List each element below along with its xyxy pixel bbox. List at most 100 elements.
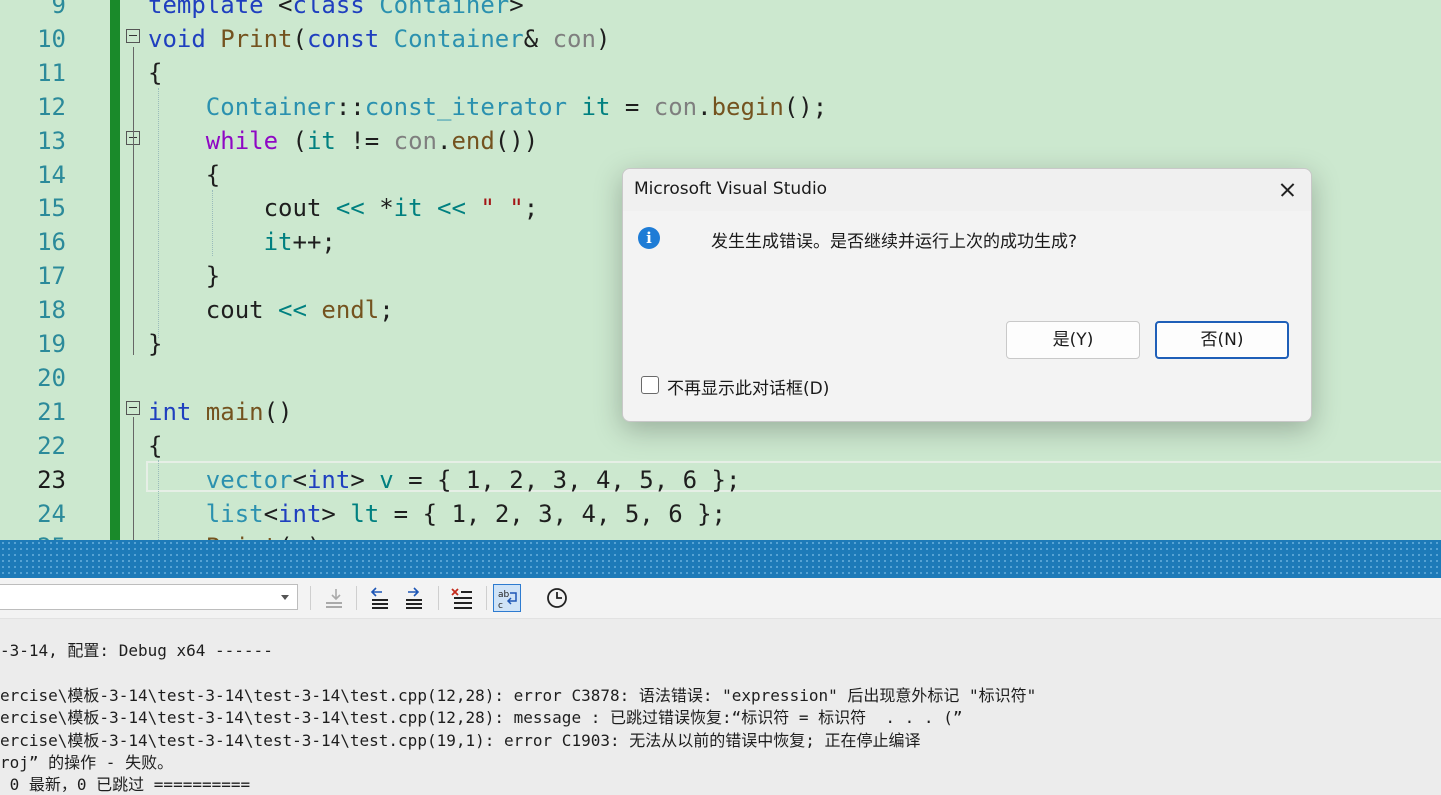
code-text: void Print(const Container& con) (148, 22, 610, 56)
line-number: 24 (37, 499, 66, 528)
chevron-down-icon (281, 595, 289, 600)
indent-guide (212, 190, 213, 256)
line-number: 20 (37, 363, 66, 392)
line-number: 25 (0, 530, 66, 540)
collapse-icon[interactable] (126, 401, 140, 415)
output-source-select[interactable] (0, 584, 298, 610)
dialog-message: 发生生成错误。是否继续并运行上次的成功生成? (711, 232, 1078, 252)
code-token: != (335, 126, 394, 155)
toolbar-separator (310, 586, 311, 610)
code-token: } (148, 330, 163, 358)
code-token: * (364, 194, 394, 223)
code-token: > (509, 0, 524, 19)
code-token: vector (205, 465, 293, 494)
no-button[interactable]: 否(N) (1155, 321, 1289, 359)
code-text: { (148, 56, 162, 90)
yes-button[interactable]: 是(Y) (1006, 321, 1140, 359)
code-line[interactable]: 22 { (0, 429, 1441, 463)
output-line: roj” 的操作 - 失败。 (0, 753, 174, 772)
fold-line (133, 417, 134, 540)
code-token: const (306, 24, 394, 53)
output-line: ercise\模板-3-14\test-3-14\test-3-14\test.… (0, 686, 1037, 705)
word-wrap-toggle[interactable]: ab c (493, 584, 521, 612)
code-token: it (581, 92, 611, 121)
code-token: = (610, 92, 654, 121)
code-token: << (437, 194, 466, 223)
code-token: Container (393, 24, 524, 53)
code-token: int (306, 465, 351, 494)
code-token: Container (205, 92, 336, 121)
code-token: class (292, 0, 380, 19)
code-token: (v); (278, 533, 336, 540)
find-message-in-code-button[interactable] (320, 584, 348, 612)
info-icon: i (638, 227, 660, 249)
code-token: cout (263, 194, 336, 223)
word-wrap-icon: abc (498, 590, 517, 611)
clear-all-icon (451, 588, 472, 609)
indent-guide (158, 88, 159, 338)
code-token: begin (711, 92, 784, 121)
code-token: it (263, 228, 293, 257)
code-token: lt (350, 499, 380, 528)
code-line[interactable]: 12 Container::const_iterator it = con.be… (0, 90, 1441, 124)
code-text: template <class Container> (148, 0, 524, 22)
build-error-dialog: Microsoft Visual Studio i 发生生成错误。是否继续并运行… (622, 168, 1312, 422)
code-token: { (148, 58, 163, 87)
close-icon[interactable] (1273, 177, 1301, 203)
previous-icon (370, 587, 388, 609)
code-line[interactable]: 11 { (0, 56, 1441, 90)
collapse-icon[interactable] (126, 29, 140, 43)
output-line: ercise\模板-3-14\test-3-14\test-3-14\test.… (0, 731, 921, 750)
code-token: end (451, 126, 495, 155)
code-line[interactable]: 10 void Print(const Container& con) (0, 22, 1441, 56)
output-line: -3-14, 配置: Debug x64 ------ (0, 641, 273, 660)
code-token: ( (292, 24, 307, 53)
code-line[interactable]: 25 Print(v); (0, 530, 1441, 540)
code-line[interactable]: 24 list<int> lt = { 1, 2, 3, 4, 5, 6 }; (0, 497, 1441, 531)
show-timestamps-button[interactable] (543, 584, 571, 612)
line-number: 22 (37, 431, 66, 460)
code-token: " " (480, 194, 524, 223)
code-token: . (697, 92, 712, 121)
code-token: con (393, 126, 438, 155)
output-line: ercise\模板-3-14\test-3-14\test-3-14\test.… (0, 708, 963, 727)
previous-message-button[interactable] (366, 584, 394, 612)
clear-all-button[interactable] (448, 584, 476, 612)
dont-show-again-checkbox[interactable] (641, 376, 659, 394)
code-token: list (205, 499, 264, 528)
panel-splitter[interactable] (0, 540, 1441, 578)
code-text: while (it != con.end()) (148, 124, 538, 158)
line-number: 11 (37, 58, 66, 87)
code-token: int (148, 397, 206, 426)
line-number: 19 (37, 330, 66, 358)
code-line[interactable]: 9 template <class Container> (0, 0, 1441, 22)
next-message-button[interactable] (400, 584, 428, 612)
code-token: Container (379, 0, 510, 19)
line-number: 10 (37, 24, 66, 53)
fold-line (133, 47, 134, 355)
code-token: << (278, 296, 307, 325)
code-line[interactable]: 13 while (it != con.end()) (0, 124, 1441, 158)
code-text: list<int> lt = { 1, 2, 3, 4, 5, 6 }; (148, 497, 726, 531)
code-token: ()) (494, 126, 539, 155)
next-icon (406, 587, 422, 609)
code-token: < (263, 499, 279, 528)
indent-guide (158, 460, 159, 540)
code-token: = { 1, 2, 3, 4, 5, 6 }; (393, 465, 741, 494)
dont-show-again-label[interactable]: 不再显示此对话框(D) (667, 374, 829, 399)
code-text: cout << *it << " "; (148, 191, 539, 225)
output-line: 0 最新，0 已跳过 ========== (0, 775, 251, 794)
output-window[interactable]: -3-14, 配置: Debug x64 ------ ercise\模板-3-… (0, 619, 1441, 795)
toolbar-separator (486, 586, 487, 610)
svg-text:ab: ab (498, 590, 510, 600)
dialog-titlebar[interactable]: Microsoft Visual Studio (623, 169, 1311, 211)
code-token: = { 1, 2, 3, 4, 5, 6 }; (379, 499, 726, 528)
code-line[interactable]: 23 vector<int> v = { 1, 2, 3, 4, 5, 6 }; (0, 463, 1441, 497)
code-token: Print (206, 533, 278, 540)
code-token: << (335, 194, 365, 223)
code-token: > (321, 499, 351, 528)
